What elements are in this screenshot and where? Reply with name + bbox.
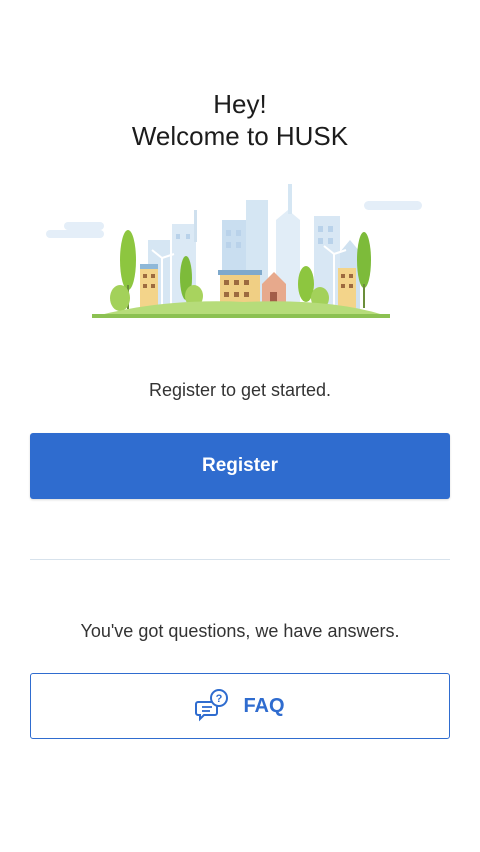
welcome-line-1: Hey! [213,89,267,119]
welcome-line-2: Welcome to HUSK [131,121,349,151]
faq-button[interactable]: ? FAQ [30,673,450,739]
svg-text:?: ? [216,693,223,705]
register-button[interactable]: Register [30,433,450,499]
welcome-heading: Hey! Welcome to HUSK [0,88,480,152]
faq-button-label: FAQ [243,694,285,717]
faq-prompt: You've got questions, we have answers. [80,621,400,641]
register-prompt: Register to get started. [148,380,332,400]
city-skyline-illustration [46,184,422,318]
faq-chat-icon: ? [195,689,229,722]
section-divider [30,559,450,560]
